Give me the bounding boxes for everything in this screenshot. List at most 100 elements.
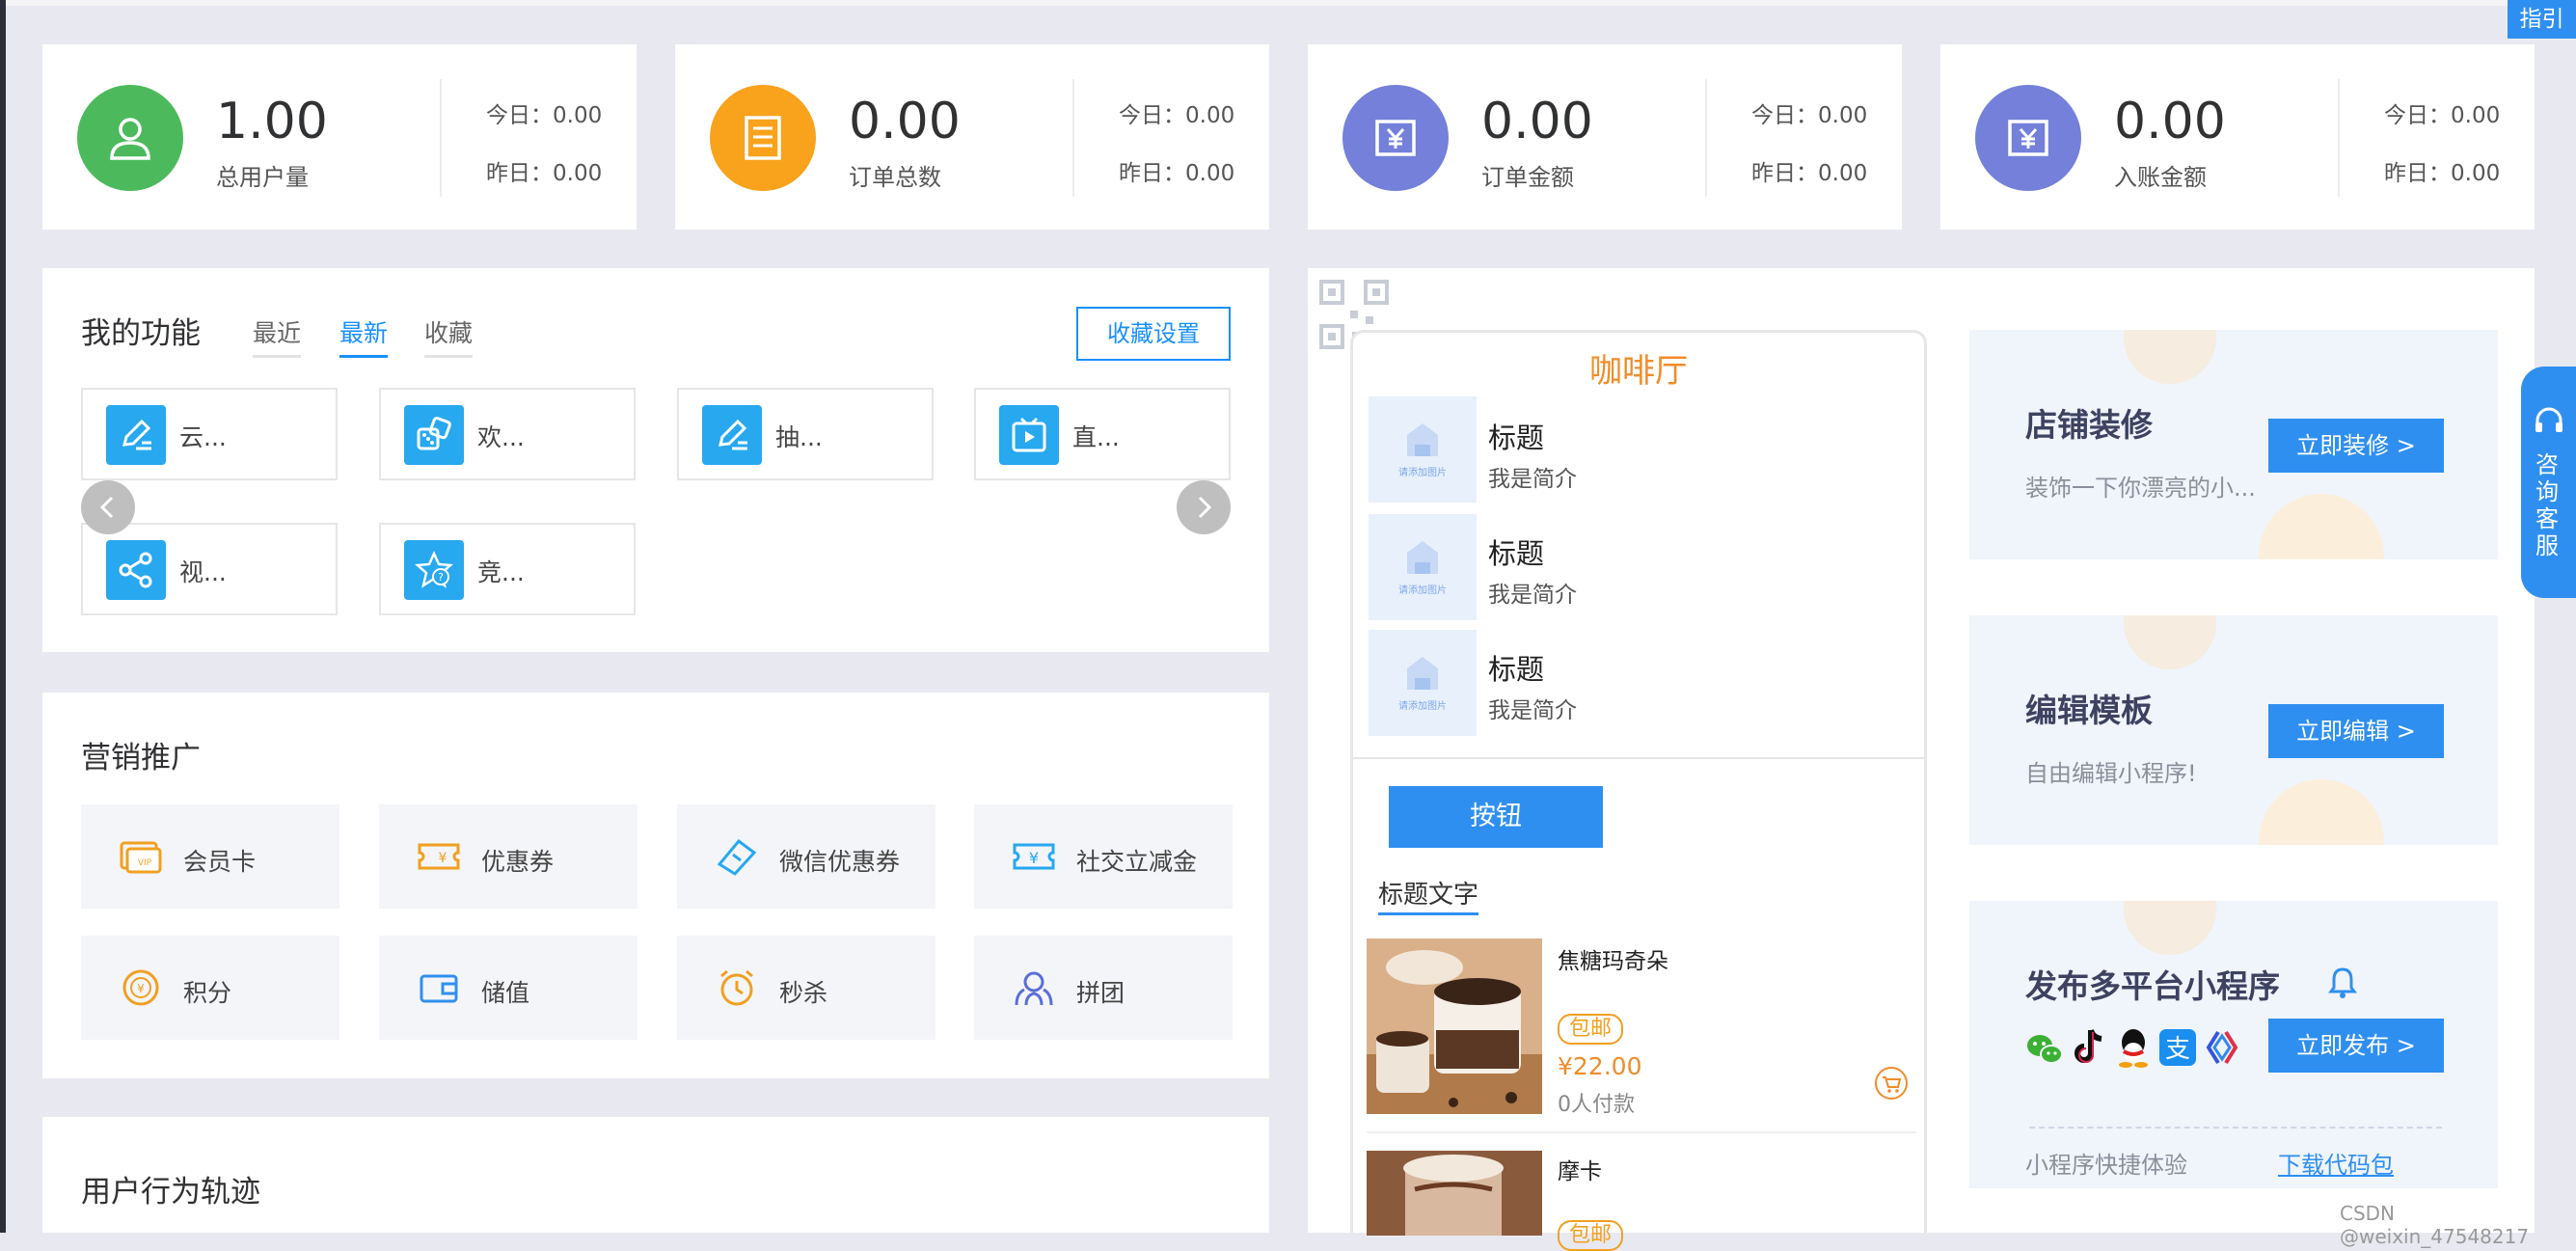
marketing-tile[interactable]: ¥ 积分 bbox=[81, 936, 339, 1040]
function-tile[interactable]: 直... bbox=[974, 388, 1231, 480]
marketing-tile[interactable]: ¥ 社交立减金 bbox=[974, 804, 1233, 909]
download-code-link[interactable]: 下载代码包 bbox=[2278, 1146, 2394, 1180]
shop-name: 咖啡厅 bbox=[1589, 352, 1688, 391]
bell-icon bbox=[2328, 967, 2357, 998]
promo-subtitle: 装饰一下你漂亮的小... bbox=[2025, 475, 2256, 502]
alipay-icon: 支 bbox=[2159, 1029, 2196, 1066]
douyin-icon bbox=[2074, 1029, 2102, 1063]
stat-today: 今日：0.00 bbox=[1119, 103, 1235, 128]
function-tile[interactable]: ? 竞... bbox=[379, 523, 636, 615]
yen-ticket-icon: ¥ bbox=[1013, 843, 1055, 870]
marketing-tile[interactable]: VIP 会员卡 bbox=[81, 804, 339, 909]
yen-box-icon bbox=[1975, 85, 2081, 191]
marketing-label: 优惠券 bbox=[481, 848, 555, 876]
stat-label: 总用户量 bbox=[216, 164, 309, 191]
paid-count: 0人付款 bbox=[1558, 1093, 1635, 1117]
marketing-tile[interactable]: 拼团 bbox=[974, 936, 1233, 1040]
function-label: 欢... bbox=[477, 423, 525, 451]
dashed-divider bbox=[2029, 1127, 2442, 1129]
list-desc: 我是简介 bbox=[1488, 698, 1577, 723]
marketing-label: 积分 bbox=[183, 979, 232, 1007]
marketing-label: 微信优惠券 bbox=[779, 848, 901, 876]
promo-title: 发布多平台小程序 bbox=[2025, 967, 2280, 1005]
ticket-icon bbox=[717, 838, 757, 876]
list-desc: 我是简介 bbox=[1488, 583, 1577, 608]
left-sidebar-edge bbox=[0, 0, 6, 1233]
function-tile[interactable]: 云... bbox=[81, 388, 338, 480]
svg-text:支: 支 bbox=[2165, 1035, 2190, 1064]
stat-yesterday: 昨日：0.00 bbox=[486, 161, 603, 186]
edit-pen-icon bbox=[702, 405, 762, 465]
function-tile[interactable]: 视... bbox=[81, 523, 338, 615]
cart-icon[interactable] bbox=[1874, 1066, 1909, 1101]
preview-button[interactable]: 按钮 bbox=[1389, 786, 1603, 848]
divider bbox=[2338, 79, 2340, 197]
section-title: 我的功能 bbox=[81, 316, 201, 351]
image-placeholder: 请添加图片 bbox=[1369, 514, 1477, 620]
list-title: 标题 bbox=[1488, 653, 1545, 686]
stat-card-users: 1.00 总用户量 今日：0.00 昨日：0.00 bbox=[42, 44, 637, 230]
divider bbox=[1367, 1131, 1916, 1133]
function-tile[interactable]: 欢... bbox=[379, 388, 636, 480]
publish-now-button[interactable]: 立即发布 > bbox=[2268, 1019, 2444, 1073]
stat-value: 1.00 bbox=[216, 93, 328, 150]
function-label: 视... bbox=[179, 558, 227, 586]
tab-recent[interactable]: 最近 bbox=[253, 314, 302, 358]
wallet-icon bbox=[420, 974, 458, 1003]
marketing-tile[interactable]: 储值 bbox=[379, 936, 637, 1040]
promo-edit-template: 编辑模板 自由编辑小程序! 立即编辑 > bbox=[1969, 615, 2498, 845]
image-placeholder: 请添加图片 bbox=[1369, 630, 1477, 736]
watermark: CSDN @weixin_47548217 bbox=[2340, 1202, 2530, 1248]
promo-publish: 发布多平台小程序 立即发布 > 支 小程序快捷体验 下载代码包 bbox=[1969, 901, 2498, 1188]
marketing-tile[interactable]: 微信优惠券 bbox=[677, 804, 935, 909]
stat-today: 今日：0.00 bbox=[486, 103, 603, 128]
heading-text: 标题文字 bbox=[1378, 875, 1479, 915]
user-behavior-card: 用户行为轨迹 bbox=[42, 1117, 1269, 1233]
product-name: 摩卡 bbox=[1558, 1159, 1602, 1184]
marketing-label: 秒杀 bbox=[779, 979, 828, 1007]
stat-value: 0.00 bbox=[849, 93, 961, 150]
tab-favorites[interactable]: 收藏 bbox=[424, 314, 474, 358]
marketing-tile[interactable]: 秒杀 bbox=[677, 936, 935, 1040]
promo-title: 编辑模板 bbox=[2025, 692, 2153, 729]
guide-button[interactable]: 指引 bbox=[2508, 0, 2576, 39]
stat-card-orders: 0.00 订单总数 今日：0.00 昨日：0.00 bbox=[675, 44, 1269, 230]
decorate-now-button[interactable]: 立即装修 > bbox=[2268, 419, 2444, 473]
stat-today: 今日：0.00 bbox=[1751, 103, 1868, 128]
yen-box-icon bbox=[1342, 85, 1449, 191]
customer-service-tab[interactable]: 咨询客服 bbox=[2521, 367, 2576, 598]
favorite-settings-button[interactable]: 收藏设置 bbox=[1076, 307, 1231, 361]
promo-title: 店铺装修 bbox=[2025, 406, 2153, 444]
marketing-label: 会员卡 bbox=[183, 848, 257, 876]
decoration-circle bbox=[2124, 901, 2216, 955]
image-placeholder-text: 请添加图片 bbox=[1398, 468, 1447, 478]
dice-icon bbox=[404, 405, 464, 465]
image-placeholder-icon bbox=[1407, 423, 1438, 456]
stat-yesterday: 昨日：0.00 bbox=[2384, 161, 2501, 186]
marketing-tile[interactable]: ¥ 优惠券 bbox=[379, 804, 637, 909]
decoration-circle bbox=[2124, 330, 2216, 384]
function-label: 抽... bbox=[775, 423, 823, 451]
stat-card-income: 0.00 入账金额 今日：0.00 昨日：0.00 bbox=[1940, 44, 2535, 230]
stat-today: 今日：0.00 bbox=[2384, 103, 2501, 128]
function-tile[interactable]: 抽... bbox=[677, 388, 934, 480]
top-strip bbox=[0, 0, 2576, 6]
live-tv-icon bbox=[999, 405, 1059, 465]
next-arrow-button[interactable] bbox=[1177, 480, 1231, 534]
tab-newest[interactable]: 最新 bbox=[339, 314, 389, 358]
svg-text:¥: ¥ bbox=[439, 851, 447, 866]
image-placeholder: 请添加图片 bbox=[1369, 396, 1477, 503]
mini-program-quick-text: 小程序快捷体验 bbox=[2025, 1152, 2187, 1179]
image-placeholder-text: 请添加图片 bbox=[1398, 585, 1447, 596]
image-placeholder-icon bbox=[1407, 541, 1438, 574]
prev-arrow-button[interactable] bbox=[81, 480, 135, 534]
vip-card-icon: VIP bbox=[120, 841, 162, 874]
marketing-label: 社交立减金 bbox=[1076, 848, 1198, 876]
divider bbox=[1353, 757, 1924, 759]
product-name: 焦糖玛奇朵 bbox=[1558, 949, 1668, 974]
stat-label: 入账金额 bbox=[2114, 164, 2207, 191]
edit-now-button[interactable]: 立即编辑 > bbox=[2268, 704, 2444, 758]
function-label: 直... bbox=[1072, 423, 1120, 451]
decoration-circle bbox=[2124, 615, 2216, 669]
alarm-icon bbox=[720, 969, 753, 1006]
